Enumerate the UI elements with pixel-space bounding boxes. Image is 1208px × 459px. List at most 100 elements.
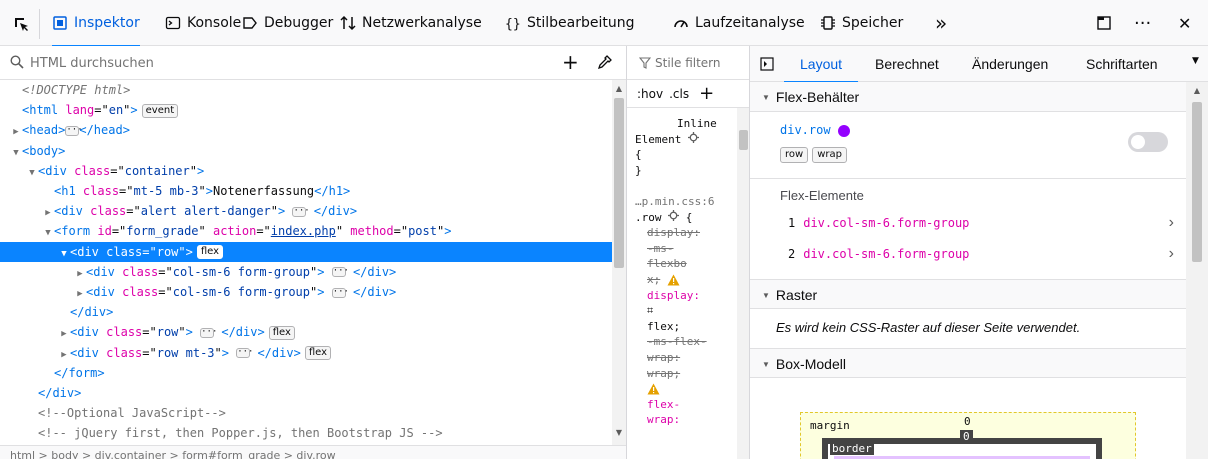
- attr-value[interactable]: col-sm-6 form-group: [173, 265, 310, 279]
- tab-speicher[interactable]: Speicher: [820, 0, 903, 46]
- scroll-up-icon[interactable]: ▲: [612, 82, 626, 96]
- sidebar-scrollbar[interactable]: ▲: [1186, 82, 1208, 459]
- attr-value[interactable]: form_grade: [126, 224, 198, 238]
- border-top-value[interactable]: 0: [960, 430, 973, 443]
- markup-node[interactable]: ▶ <div class="row"> ··· </div> flex: [0, 322, 612, 342]
- attr-name[interactable]: id: [97, 224, 111, 238]
- rule-line[interactable]: }: [635, 163, 642, 178]
- flex-container-element[interactable]: div.row: [780, 122, 851, 137]
- styles-filter-input[interactable]: [655, 55, 749, 70]
- expand-triangle-icon[interactable]: ▼: [26, 163, 38, 183]
- attr-name[interactable]: class: [74, 164, 110, 178]
- expand-ellipsis[interactable]: ···: [331, 267, 349, 278]
- markup-node[interactable]: <!-- jQuery first, then Popper.js, then …: [0, 423, 612, 443]
- flex-container-header[interactable]: ▼ Flex-Behälter: [750, 82, 1186, 112]
- markup-node[interactable]: </div>: [0, 302, 612, 322]
- rule-line[interactable]: ⌗: [647, 303, 653, 318]
- rule-line[interactable]: .row {: [635, 209, 692, 225]
- scrollbar-thumb[interactable]: [1192, 102, 1202, 262]
- attr-value[interactable]: mt-5 mb-3: [134, 184, 199, 198]
- attr-name[interactable]: action: [213, 224, 256, 238]
- rule-line[interactable]: Inline: [677, 116, 717, 131]
- collapse-triangle-icon[interactable]: ▶: [74, 264, 86, 284]
- add-rule-icon[interactable]: +: [699, 83, 714, 104]
- markup-node[interactable]: <!DOCTYPE html>: [0, 80, 612, 100]
- rule-line[interactable]: flexbo: [647, 256, 687, 271]
- rule-line[interactable]: flex;: [647, 319, 680, 334]
- flex-item-2[interactable]: 2 div.col-sm-6.form-group ›: [750, 240, 1186, 268]
- rules-scrollbar[interactable]: [737, 108, 749, 459]
- markup-node[interactable]: </div>: [0, 383, 612, 403]
- expand-ellipsis[interactable]: ···: [292, 206, 310, 217]
- attr-name[interactable]: class: [90, 204, 126, 218]
- more-options-icon[interactable]: ···: [1134, 0, 1151, 46]
- scroll-down-icon[interactable]: ▼: [612, 426, 626, 440]
- event-badge[interactable]: event: [141, 103, 179, 118]
- attr-name[interactable]: class: [106, 346, 142, 360]
- scrollbar-thumb[interactable]: [739, 130, 748, 150]
- markup-node[interactable]: ▶ <div class="row mt-3"> ··· </div> flex: [0, 343, 612, 363]
- tab-changes[interactable]: Änderungen: [972, 46, 1048, 82]
- rule-line[interactable]: {: [635, 147, 642, 162]
- attr-value[interactable]: post: [408, 224, 437, 238]
- rule-line[interactable]: display:: [647, 225, 700, 240]
- tab-netzwerkanalyse[interactable]: Netzwerkanalyse: [340, 0, 482, 46]
- expand-ellipsis[interactable]: ···: [331, 287, 349, 298]
- flex-badge[interactable]: flex: [196, 245, 224, 260]
- collapse-triangle-icon[interactable]: ▶: [58, 345, 70, 365]
- expand-ellipsis[interactable]: ···: [200, 327, 217, 338]
- markup-node[interactable]: ▶ <div class="alert alert-danger"> ··· </…: [0, 201, 612, 221]
- collapse-triangle-icon[interactable]: ▶: [42, 203, 54, 223]
- toggle-pane-icon[interactable]: [760, 57, 774, 71]
- highlight-color-dot[interactable]: [838, 124, 851, 137]
- collapse-triangle-icon[interactable]: ▶: [10, 122, 22, 142]
- rule-line[interactable]: flex-: [647, 397, 680, 412]
- eyedropper-icon[interactable]: [596, 55, 612, 71]
- rule-line[interactable]: [647, 381, 660, 396]
- attr-value[interactable]: col-sm-6 form-group: [173, 285, 310, 299]
- expand-ellipsis[interactable]: ···: [236, 348, 253, 359]
- tab-debugger[interactable]: Debugger: [242, 0, 333, 46]
- markup-node[interactable]: <h1 class="mt-5 mb-3">Notenerfassung</h1…: [0, 181, 612, 201]
- rule-line[interactable]: -ms-: [647, 241, 674, 256]
- element-picker-icon[interactable]: [10, 9, 40, 39]
- attr-name[interactable]: lang: [65, 103, 94, 117]
- attr-name[interactable]: method: [350, 224, 393, 238]
- chevron-down-icon[interactable]: ▼: [1192, 56, 1199, 66]
- attr-value[interactable]: en: [109, 103, 123, 117]
- html-search-input[interactable]: [30, 52, 550, 74]
- attr-name[interactable]: class: [106, 245, 142, 259]
- attr-value[interactable]: row: [157, 325, 179, 339]
- tab-layout[interactable]: Layout: [783, 46, 859, 83]
- grid-header[interactable]: ▼ Raster: [750, 279, 1186, 309]
- rule-line[interactable]: wrap;: [647, 366, 680, 381]
- rule-line[interactable]: wrap:: [647, 350, 680, 365]
- flex-item-1[interactable]: 1 div.col-sm-6.form-group ›: [750, 209, 1186, 237]
- rule-line[interactable]: display:: [647, 288, 700, 303]
- scroll-up-icon[interactable]: ▲: [1190, 84, 1204, 98]
- attr-value[interactable]: row: [157, 245, 179, 259]
- markup-node[interactable]: ▶ <div class="col-sm-6 form-group"> ··· <…: [0, 282, 612, 302]
- markup-node[interactable]: ▶ <div class="col-sm-6 form-group"> ··· <…: [0, 262, 612, 282]
- markup-node-selected[interactable]: ▼ <div class="row"> flex: [0, 241, 612, 262]
- rule-line[interactable]: …p.min.css:6: [635, 194, 714, 209]
- attr-name[interactable]: class: [83, 184, 119, 198]
- gear-icon[interactable]: [668, 209, 680, 224]
- rule-line[interactable]: Element: [635, 131, 699, 147]
- tab-konsole[interactable]: Konsole: [165, 0, 241, 46]
- markup-node[interactable]: ▼ <body>: [0, 141, 612, 161]
- flex-badge[interactable]: flex: [304, 346, 332, 361]
- expand-triangle-icon[interactable]: ▼: [10, 143, 22, 163]
- markup-node[interactable]: <!--Optional JavaScript-->: [0, 403, 612, 423]
- box-model-header[interactable]: ▼ Box-Modell: [750, 348, 1186, 378]
- class-toggle[interactable]: .cls: [669, 87, 689, 101]
- tabs-overflow-icon[interactable]: »: [935, 0, 947, 46]
- collapse-triangle-icon[interactable]: ▶: [74, 284, 86, 304]
- attr-name[interactable]: class: [106, 325, 142, 339]
- close-icon[interactable]: ✕: [1178, 0, 1191, 46]
- attr-value[interactable]: row mt-3: [157, 346, 215, 360]
- tab-computed[interactable]: Berechnet: [875, 46, 939, 82]
- dock-icon[interactable]: [1096, 0, 1112, 46]
- markup-node[interactable]: <html lang="en"> event: [0, 100, 612, 120]
- attr-value[interactable]: container: [125, 164, 190, 178]
